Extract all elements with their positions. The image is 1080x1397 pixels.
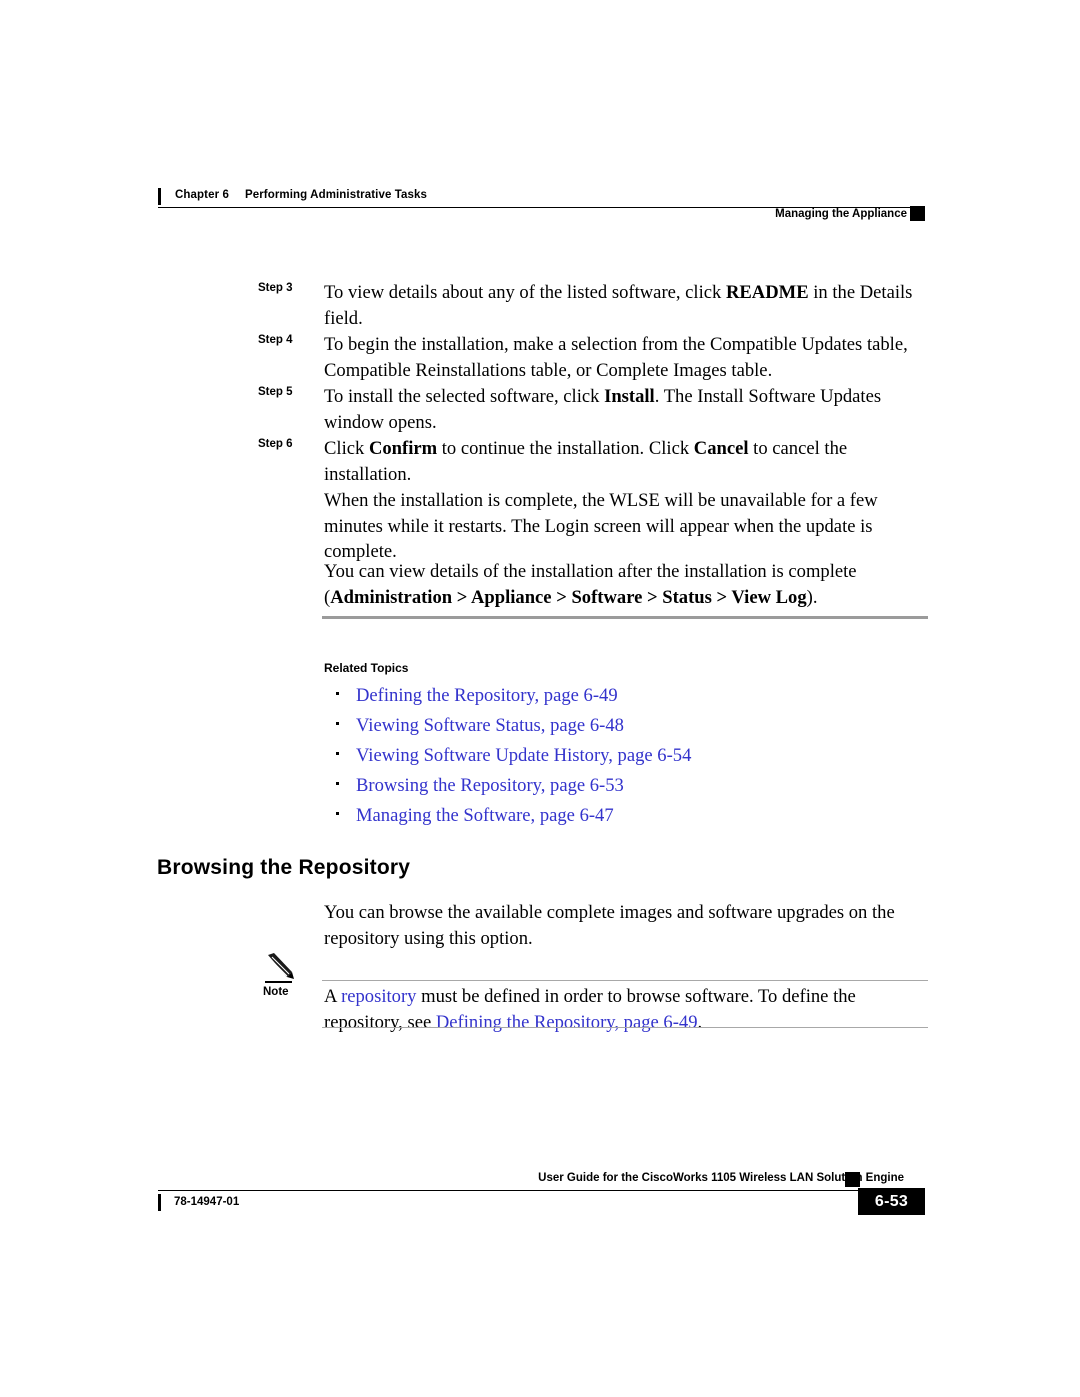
step-label: Step 4 [258, 334, 293, 346]
pencil-icon-underline [265, 981, 292, 983]
step-label: Step 3 [258, 282, 293, 294]
header-running-head: Managing the Appliance [775, 208, 907, 220]
header-chapter-title: Performing Administrative Tasks [244, 189, 427, 201]
note-top-divider [322, 980, 928, 981]
related-topic-link[interactable]: Browsing the Repository, page 6-53 [356, 773, 624, 798]
footer-page-number: 6-53 [858, 1188, 925, 1215]
list-item[interactable]: Browsing the Repository, page 6-53 [324, 773, 934, 803]
step-label: Step 6 [258, 438, 293, 450]
related-topics-heading: Related Topics [324, 661, 409, 675]
related-topic-link[interactable]: Viewing Software Update History, page 6-… [356, 743, 691, 768]
step-text: Click Confirm to continue the installati… [324, 438, 848, 485]
list-item[interactable]: Viewing Software Status, page 6-48 [324, 713, 934, 743]
header-chapter: Chapter 6 Performing Administrative Tasks [175, 189, 427, 201]
section-intro-paragraph: You can browse the available complete im… [324, 902, 895, 949]
bullet-dot-icon [336, 722, 339, 725]
footer-divider [158, 1190, 858, 1191]
footer-square-marker [845, 1172, 860, 1187]
step-label: Step 5 [258, 386, 293, 398]
bullet-dot-icon [336, 752, 339, 755]
step-row: Step 6 Click Confirm to continue the ins… [258, 436, 933, 487]
note-link[interactable]: Defining the Repository, page 6-49 [436, 1012, 698, 1033]
footer-left-marker [158, 1194, 161, 1211]
body-paragraph: When the installation is complete, the W… [324, 490, 878, 562]
related-topic-link[interactable]: Managing the Software, page 6-47 [356, 803, 614, 828]
bullet-dot-icon [336, 692, 339, 695]
bullet-dot-icon [336, 782, 339, 785]
note-link[interactable]: repository [341, 986, 416, 1007]
step-row: Step 4 To begin the installation, make a… [258, 332, 933, 383]
related-topics-list: Defining the Repository, page 6-49 Viewi… [324, 683, 934, 833]
list-item[interactable]: Defining the Repository, page 6-49 [324, 683, 934, 713]
header-left-marker [158, 188, 161, 205]
bullet-dot-icon [336, 812, 339, 815]
related-topic-link[interactable]: Viewing Software Status, page 6-48 [356, 713, 624, 738]
step-text: To install the selected software, click … [324, 386, 882, 433]
pencil-icon [265, 952, 297, 982]
step-row: Step 5 To install the selected software,… [258, 384, 933, 435]
related-topics-divider [322, 616, 928, 619]
body-paragraph: You can view details of the installation… [324, 561, 857, 608]
section-heading: Browsing the Repository [157, 856, 411, 879]
header-chapter-number: Chapter 6 [175, 189, 229, 201]
step-text: To begin the installation, make a select… [324, 334, 908, 381]
step-row: Step 3 To view details about any of the … [258, 280, 933, 331]
related-topic-link[interactable]: Defining the Repository, page 6-49 [356, 683, 618, 708]
footer-document-number: 78-14947-01 [174, 1196, 240, 1208]
header-square-marker [910, 206, 925, 221]
note-label: Note [263, 986, 289, 998]
list-item[interactable]: Managing the Software, page 6-47 [324, 803, 934, 833]
list-item[interactable]: Viewing Software Update History, page 6-… [324, 743, 934, 773]
document-page: { "header": { "chapter_number": "Chapter… [0, 0, 1080, 1397]
step-text: To view details about any of the listed … [324, 282, 913, 329]
note-bottom-divider [322, 1027, 928, 1028]
